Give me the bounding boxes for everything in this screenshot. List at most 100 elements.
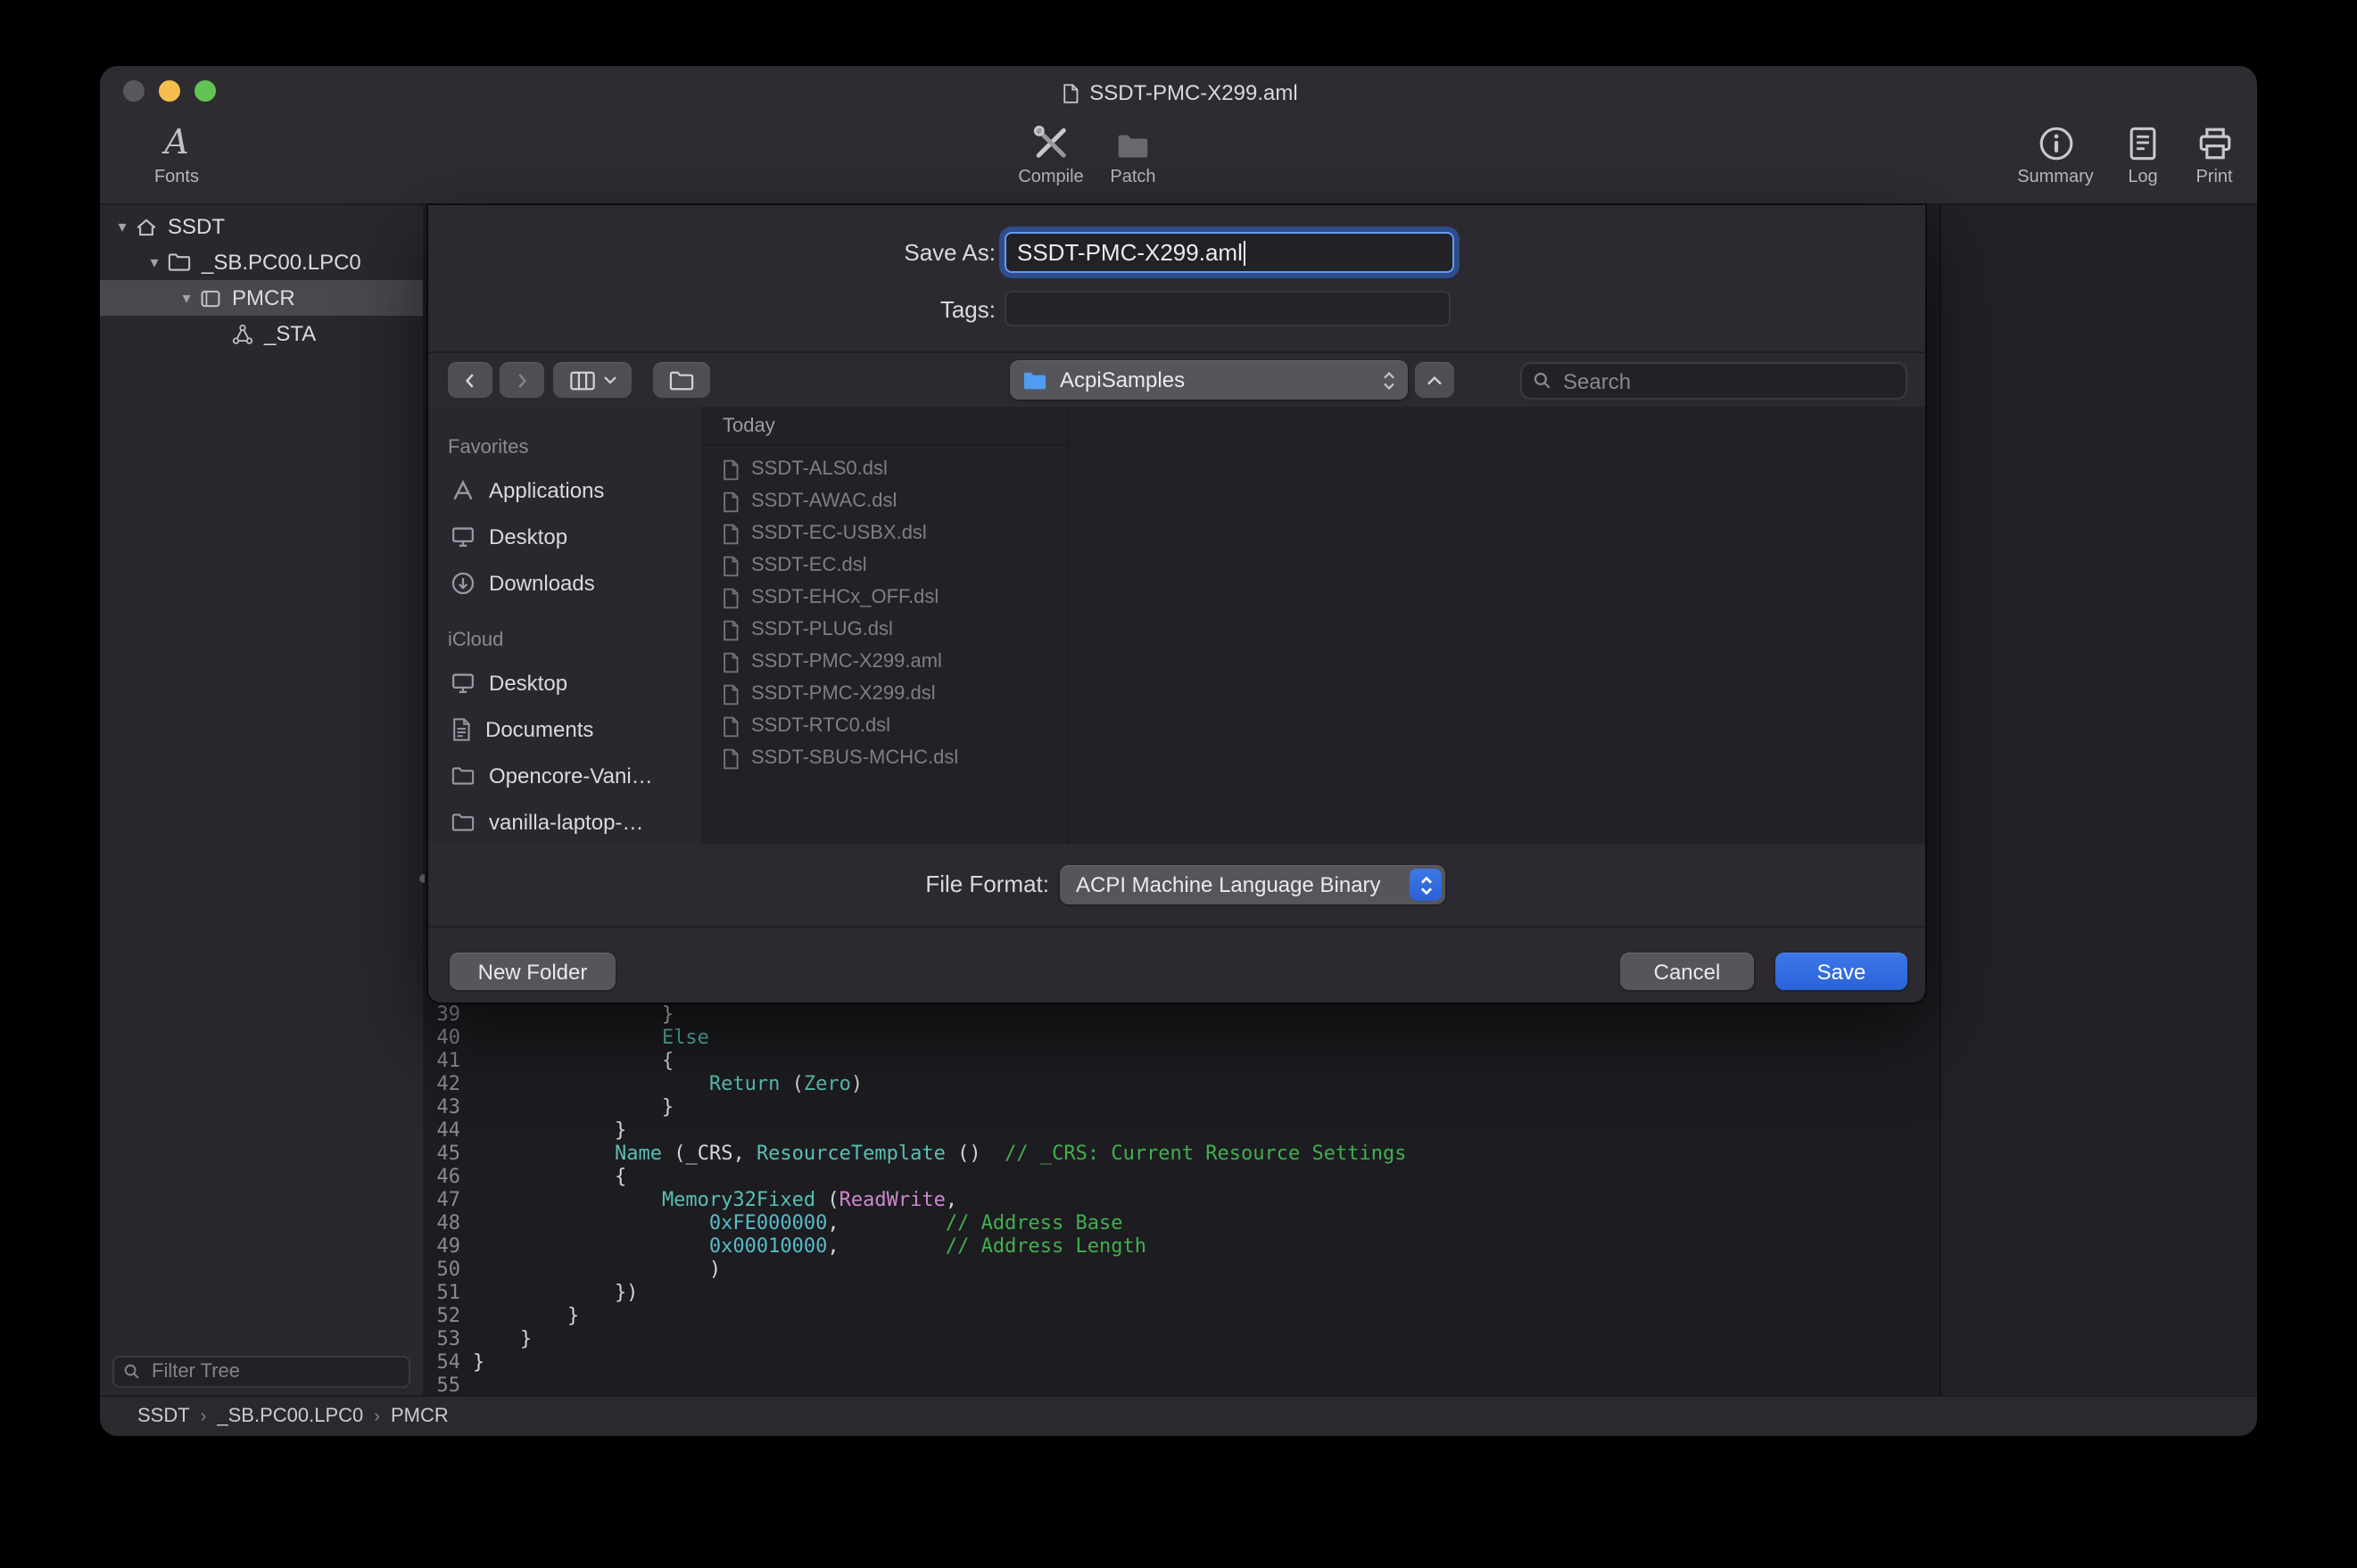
line-number: 45 bbox=[425, 1142, 460, 1165]
doc-icon bbox=[721, 618, 740, 641]
code-line: 51 }) bbox=[425, 1281, 1406, 1304]
line-number: 41 bbox=[425, 1049, 460, 1072]
sidebar-item-desktop[interactable]: Desktop bbox=[428, 514, 701, 560]
tree-item-ssdt[interactable]: ▾SSDT bbox=[100, 209, 423, 244]
traffic-lights bbox=[123, 80, 216, 102]
log-toolbar-button[interactable]: Log bbox=[2109, 120, 2177, 187]
columns-view-icon bbox=[568, 368, 595, 392]
file-format-popup[interactable]: ACPI Machine Language Binary bbox=[1060, 865, 1445, 904]
toolbar: A Fonts Compile Patch Summary bbox=[100, 114, 2257, 205]
fonts-toolbar-button[interactable]: A Fonts bbox=[132, 120, 221, 187]
breadcrumb-item[interactable]: _SB.PC00.LPC0 bbox=[217, 1406, 363, 1427]
tree-item--sta[interactable]: _STA bbox=[100, 316, 423, 351]
folder-icon bbox=[667, 368, 696, 392]
file-list-item[interactable]: SSDT-SBUS-MCHC.dsl bbox=[703, 742, 1067, 774]
cancel-button[interactable]: Cancel bbox=[1620, 953, 1754, 990]
file-list-item[interactable]: SSDT-RTC0.dsl bbox=[703, 710, 1067, 742]
disclosure-triangle-icon[interactable]: ▾ bbox=[175, 288, 198, 308]
save-button[interactable]: Save bbox=[1775, 953, 1907, 990]
sidebar-item-desktop[interactable]: Desktop bbox=[428, 660, 701, 706]
file-list-item[interactable]: SSDT-ALS0.dsl bbox=[703, 453, 1067, 485]
sidebar-item-vanilla-laptop-[interactable]: vanilla-laptop-… bbox=[428, 799, 701, 846]
file-list-item[interactable]: SSDT-EC.dsl bbox=[703, 549, 1067, 582]
compile-toolbar-button[interactable]: Compile bbox=[1005, 120, 1097, 187]
save-as-label: Save As: bbox=[428, 239, 996, 266]
file-list-item[interactable]: SSDT-PLUG.dsl bbox=[703, 614, 1067, 646]
info-icon bbox=[2037, 120, 2074, 162]
search-icon bbox=[1533, 371, 1552, 391]
file-list-item[interactable]: SSDT-EC-USBX.dsl bbox=[703, 517, 1067, 549]
sidebar-section-title: Favorites bbox=[428, 428, 701, 467]
sidebar-item-applications[interactable]: Applications bbox=[428, 467, 701, 514]
file-list-item[interactable]: SSDT-AWAC.dsl bbox=[703, 485, 1067, 517]
file-list-item[interactable]: SSDT-PMC-X299.dsl bbox=[703, 678, 1067, 710]
file-name: SSDT-EHCx_OFF.dsl bbox=[751, 587, 939, 608]
doc-icon bbox=[721, 650, 740, 673]
breadcrumb-item[interactable]: SSDT bbox=[137, 1406, 190, 1427]
code-line: 40 Else bbox=[425, 1026, 1406, 1049]
view-mode-button[interactable] bbox=[553, 362, 632, 398]
doc-icon bbox=[721, 586, 740, 609]
sidebar-item-downloads[interactable]: Downloads bbox=[428, 560, 701, 607]
tags-field[interactable] bbox=[1005, 291, 1451, 326]
close-button[interactable] bbox=[123, 80, 145, 102]
desktop: SSDT-PMC-X299.aml A Fonts Compile Patch bbox=[0, 0, 2357, 1568]
code-line: 45 Name (_CRS, ResourceTemplate () // _C… bbox=[425, 1142, 1406, 1165]
line-number: 53 bbox=[425, 1327, 460, 1350]
search-field[interactable] bbox=[1520, 362, 1907, 400]
forward-button[interactable] bbox=[500, 362, 544, 398]
titlebar: SSDT-PMC-X299.aml bbox=[100, 66, 2257, 114]
chevron-down-icon bbox=[602, 375, 616, 385]
disclosure-triangle-icon[interactable]: ▾ bbox=[111, 217, 134, 236]
patch-toolbar-button[interactable]: Patch bbox=[1087, 120, 1179, 187]
tree-list: ▾SSDT▾_SB.PC00.LPC0▾PMCR_STA bbox=[100, 209, 423, 351]
desktop-icon bbox=[450, 524, 476, 549]
new-folder-button[interactable]: New Folder bbox=[450, 953, 616, 990]
device-icon bbox=[198, 286, 223, 309]
code-line: 47 Memory32Fixed (ReadWrite, bbox=[425, 1188, 1406, 1211]
tags-input[interactable] bbox=[1006, 293, 1449, 325]
breadcrumb-separator: › bbox=[201, 1407, 207, 1426]
line-number: 52 bbox=[425, 1304, 460, 1327]
breadcrumb-item[interactable]: PMCR bbox=[391, 1406, 449, 1427]
code-area: 39 }40 Else41 {42 Return (Zero)43 }44 }4… bbox=[425, 1003, 1406, 1397]
doc-icon bbox=[721, 682, 740, 706]
minimize-button[interactable] bbox=[159, 80, 180, 102]
code-line: 42 Return (Zero) bbox=[425, 1072, 1406, 1095]
summary-toolbar-button[interactable]: Summary bbox=[2002, 120, 2109, 187]
file-name: SSDT-PMC-X299.dsl bbox=[751, 683, 936, 705]
sidebar-item-opencore-vani-[interactable]: Opencore-Vani… bbox=[428, 753, 701, 799]
code-line: 49 0x00010000, // Address Length bbox=[425, 1234, 1406, 1258]
file-list-item[interactable]: SSDT-EHCx_OFF.dsl bbox=[703, 582, 1067, 614]
line-number: 40 bbox=[425, 1026, 460, 1049]
disclosure-triangle-icon[interactable]: ▾ bbox=[143, 252, 166, 272]
up-directory-button[interactable] bbox=[1415, 362, 1454, 398]
print-toolbar-button[interactable]: Print bbox=[2177, 120, 2252, 187]
file-name: SSDT-RTC0.dsl bbox=[751, 715, 890, 737]
doc-icon bbox=[721, 747, 740, 770]
fonts-icon: A bbox=[164, 120, 188, 162]
search-input[interactable] bbox=[1559, 367, 1895, 395]
tree-item-pmcr[interactable]: ▾PMCR bbox=[100, 280, 423, 316]
home-icon bbox=[134, 215, 159, 238]
file-format-label: File Format: bbox=[428, 871, 1049, 897]
new-folder-icon-button[interactable] bbox=[653, 362, 710, 398]
doc-icon bbox=[721, 522, 740, 545]
desktop-icon bbox=[450, 671, 476, 696]
file-list-item[interactable]: SSDT-PMC-X299.aml bbox=[703, 646, 1067, 678]
zoom-button[interactable] bbox=[194, 80, 216, 102]
sidebar-item-documents[interactable]: Documents bbox=[428, 706, 701, 753]
sidebar-item-label: vanilla-laptop-… bbox=[489, 810, 643, 835]
save-as-input[interactable]: SSDT-PMC-X299.aml bbox=[1005, 232, 1454, 273]
tree-item--sb-pc00-lpc0[interactable]: ▾_SB.PC00.LPC0 bbox=[100, 244, 423, 280]
location-popup[interactable]: AcpiSamples bbox=[1010, 360, 1408, 400]
folder-icon bbox=[450, 812, 476, 833]
filter-tree-input[interactable] bbox=[148, 1359, 400, 1384]
filter-tree-field[interactable] bbox=[112, 1356, 410, 1388]
chevron-right-icon bbox=[512, 370, 532, 390]
back-button[interactable] bbox=[448, 362, 492, 398]
file-name: SSDT-PMC-X299.aml bbox=[751, 651, 942, 673]
line-number: 44 bbox=[425, 1118, 460, 1142]
patch-folder-icon bbox=[1115, 120, 1151, 162]
doc-icon bbox=[721, 458, 740, 481]
